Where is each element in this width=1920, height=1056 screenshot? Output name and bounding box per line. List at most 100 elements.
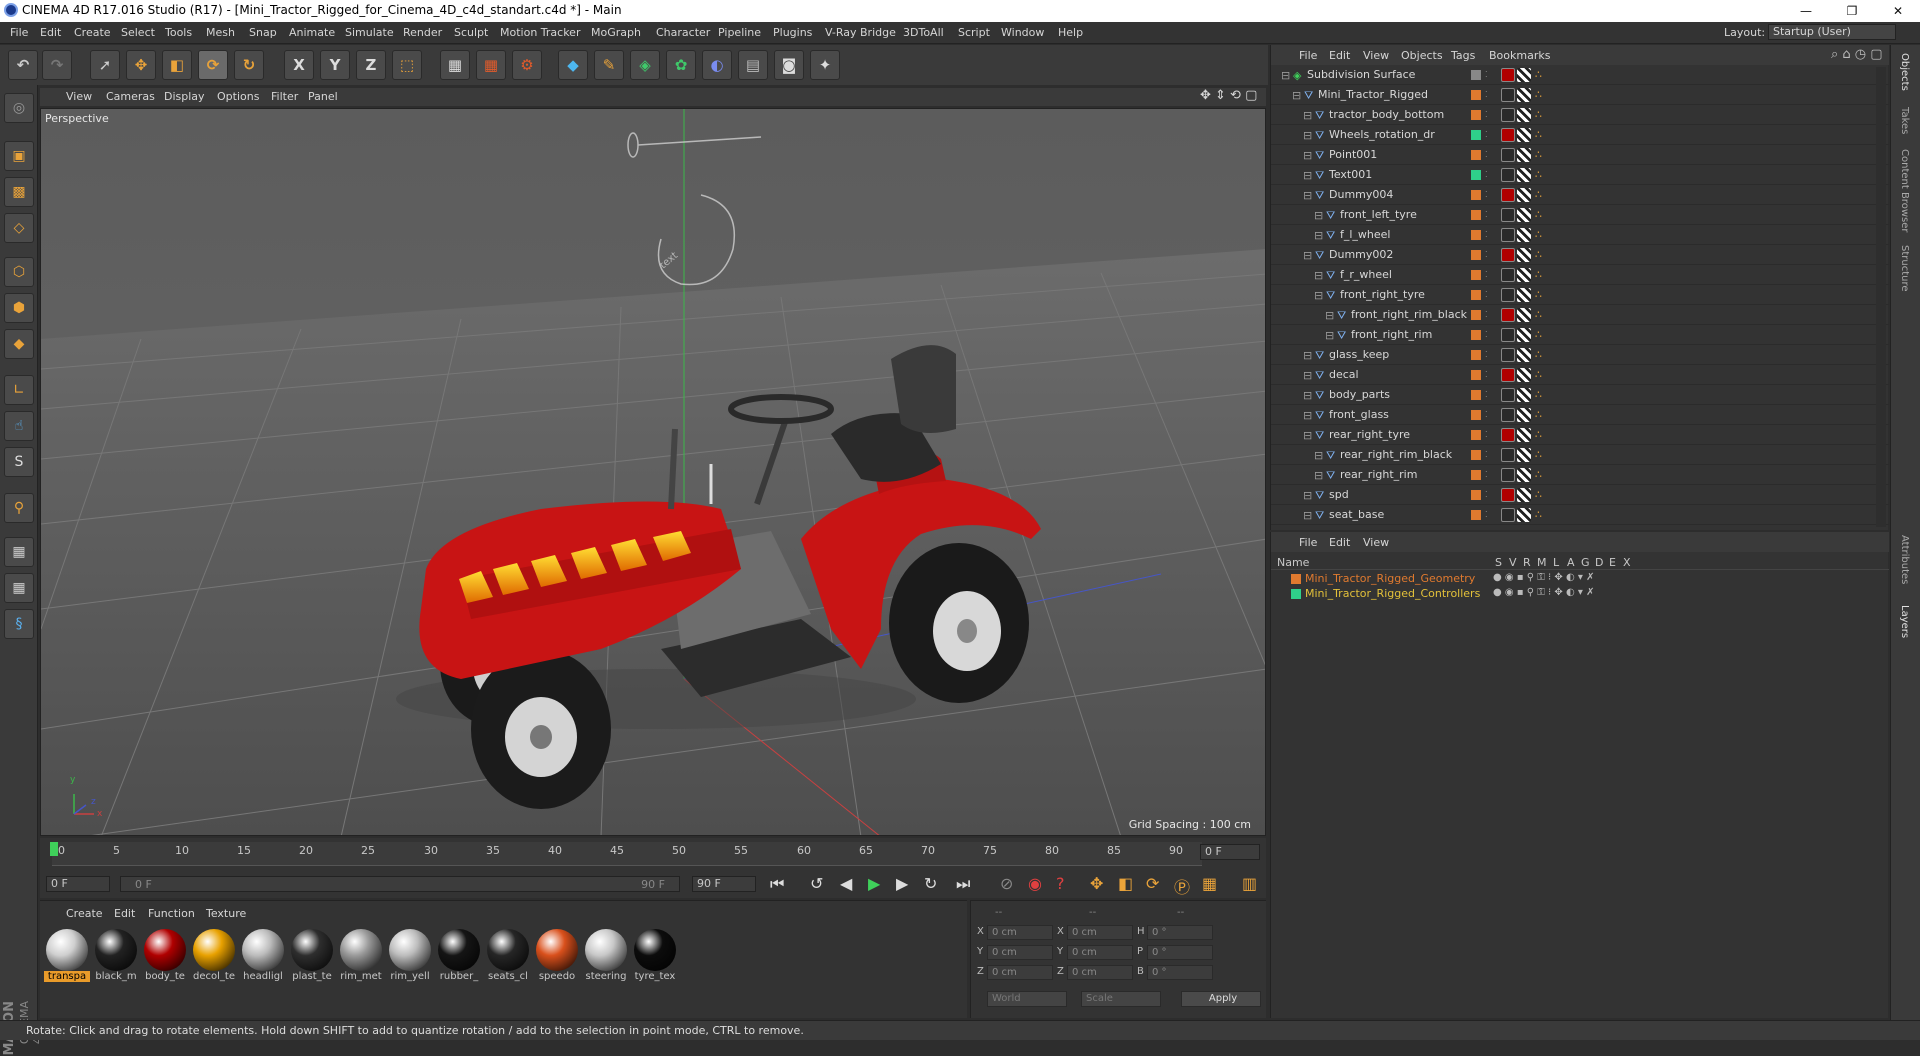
layer-col-s[interactable]: S (1495, 556, 1502, 569)
object-row[interactable]: ⊟ ⛛ Mini_Tractor_Rigged ⁚ ∴ (1271, 85, 1889, 105)
points-mode-icon[interactable]: ⬡ (4, 257, 34, 287)
menu-3dtoall[interactable]: 3DToAll (903, 26, 944, 39)
texture-tag-icon[interactable] (1517, 68, 1531, 82)
scale-tool-icon[interactable]: ◧ (162, 50, 192, 80)
visibility-dots-icon[interactable]: ⁚ (1485, 70, 1495, 80)
selection-tag-icon[interactable]: ∴ (1535, 208, 1549, 222)
selection-tag-icon[interactable]: ∴ (1535, 188, 1549, 202)
layer-color-icon[interactable] (1471, 210, 1481, 220)
visibility-dots-icon[interactable]: ⁚ (1485, 470, 1495, 480)
texture-tag-icon[interactable] (1517, 248, 1531, 262)
object-name[interactable]: front_right_rim (1351, 328, 1432, 341)
menu-vray-bridge[interactable]: V-Ray Bridge (825, 26, 896, 39)
expand-toggle-icon[interactable]: ⊟ (1292, 89, 1302, 102)
expand-toggle-icon[interactable]: ⊟ (1303, 189, 1313, 202)
spline-pen-icon[interactable]: ✎ (594, 50, 624, 80)
texture-tag-icon[interactable] (1517, 308, 1531, 322)
expand-toggle-icon[interactable]: ⊟ (1325, 309, 1335, 322)
mat-menu-texture[interactable]: Texture (206, 907, 246, 920)
menu-pipeline[interactable]: Pipeline (718, 26, 761, 39)
key-pla-icon[interactable]: ▦ (1202, 874, 1217, 893)
current-frame-field[interactable]: 0 F (1200, 844, 1260, 860)
light-bulb-icon[interactable]: ✦ (810, 50, 840, 80)
key-scale-icon[interactable]: ◧ (1118, 874, 1133, 893)
object-name[interactable]: Wheels_rotation_dr (1329, 128, 1435, 141)
material-tag-icon[interactable] (1501, 408, 1515, 422)
material-tag-icon[interactable] (1501, 188, 1515, 202)
visibility-dots-icon[interactable]: ⁚ (1485, 310, 1495, 320)
object-name[interactable]: rear_right_rim_black (1340, 448, 1452, 461)
material-swatch[interactable]: black_m (93, 927, 139, 987)
material-tag-icon[interactable] (1501, 248, 1515, 262)
layer-color-icon[interactable] (1471, 310, 1481, 320)
key-position-icon[interactable]: ✥ (1090, 874, 1103, 893)
menu-plugins[interactable]: Plugins (773, 26, 812, 39)
selection-tag-icon[interactable]: ∴ (1535, 268, 1549, 282)
expand-toggle-icon[interactable]: ⊟ (1314, 229, 1324, 242)
layer-menu-edit[interactable]: Edit (1329, 536, 1350, 549)
texture-tag-icon[interactable] (1517, 448, 1531, 462)
layer-color-swatch[interactable] (1291, 589, 1301, 599)
visibility-dots-icon[interactable]: ⁚ (1485, 410, 1495, 420)
selection-tag-icon[interactable]: ∴ (1535, 328, 1549, 342)
object-name[interactable]: f_l_wheel (1340, 228, 1391, 241)
camera-icon[interactable]: ◙ (774, 50, 804, 80)
material-tag-icon[interactable] (1501, 288, 1515, 302)
visibility-dots-icon[interactable]: ⁚ (1485, 130, 1495, 140)
texture-tag-icon[interactable] (1517, 348, 1531, 362)
object-row[interactable]: ⊟ ⛛ front_right_tyre ⁚ ∴ (1271, 285, 1889, 305)
size-mode-select[interactable]: Scale (1081, 991, 1161, 1007)
expand-toggle-icon[interactable]: ⊟ (1303, 369, 1313, 382)
expand-toggle-icon[interactable]: ⊟ (1303, 249, 1313, 262)
texture-tag-icon[interactable] (1517, 148, 1531, 162)
layer-row[interactable]: Mini_Tractor_Rigged_Geometry ● ◉ ▪ ⚲ ⚿ ⁝ … (1271, 572, 1889, 587)
visibility-dots-icon[interactable]: ⁚ (1485, 190, 1495, 200)
object-row[interactable]: ⊟ ⛛ decal ⁚ ∴ (1271, 365, 1889, 385)
menu-edit[interactable]: Edit (40, 26, 61, 39)
menu-script[interactable]: Script (958, 26, 990, 39)
object-row[interactable]: ⊟ ⛛ rear_right_rim_black ⁚ ∴ (1271, 445, 1889, 465)
object-name[interactable]: Text001 (1329, 168, 1372, 181)
material-swatch[interactable]: seats_cl (485, 927, 531, 987)
texture-tag-icon[interactable] (1517, 168, 1531, 182)
layer-col-l[interactable]: L (1553, 556, 1559, 569)
model-mode-icon[interactable]: ▣ (4, 141, 34, 171)
tab-takes[interactable]: Takes (1899, 107, 1910, 134)
layer-flag-icons[interactable]: ● ◉ ▪ ⚲ ⚿ ⁝ ✥ ◐ ▾ ✗ (1493, 587, 1594, 598)
object-name[interactable]: front_right_tyre (1340, 288, 1425, 301)
menu-render[interactable]: Render (403, 26, 442, 39)
coord-value-field[interactable]: 0 ° (1147, 925, 1213, 940)
layer-name[interactable]: Mini_Tractor_Rigged_Controllers (1305, 587, 1480, 600)
mat-menu-function[interactable]: Function (148, 907, 195, 920)
object-row[interactable]: ⊟ ⛛ Dummy002 ⁚ ∴ (1271, 245, 1889, 265)
workplane-mode-icon[interactable]: ◇ (4, 213, 34, 243)
object-name[interactable]: Mini_Tractor_Rigged (1318, 88, 1428, 101)
material-tag-icon[interactable] (1501, 168, 1515, 182)
texture-mode-icon[interactable]: ▩ (4, 177, 34, 207)
layer-col-m[interactable]: M (1537, 556, 1547, 569)
tab-attributes[interactable]: Attributes (1899, 535, 1910, 584)
visibility-dots-icon[interactable]: ⁚ (1485, 450, 1495, 460)
object-row[interactable]: ⊟ ◈ Subdivision Surface ⁚ ∴ (1271, 65, 1889, 85)
mat-menu-edit[interactable]: Edit (114, 907, 135, 920)
layer-col-x[interactable]: X (1623, 556, 1631, 569)
texture-tag-icon[interactable] (1517, 508, 1531, 522)
edges-mode-icon[interactable]: ⬢ (4, 293, 34, 323)
expand-toggle-icon[interactable]: ⊟ (1303, 409, 1313, 422)
material-tag-icon[interactable] (1501, 308, 1515, 322)
selection-tag-icon[interactable]: ∴ (1535, 248, 1549, 262)
object-row[interactable]: ⊟ ⛛ seat_base ⁚ ∴ (1271, 505, 1889, 525)
menu-help[interactable]: Help (1058, 26, 1083, 39)
material-tag-icon[interactable] (1501, 448, 1515, 462)
material-swatch[interactable]: rim_yell (387, 927, 433, 987)
visibility-dots-icon[interactable]: ⁚ (1485, 270, 1495, 280)
material-swatch[interactable]: plast_te (289, 927, 335, 987)
object-name[interactable]: glass_keep (1329, 348, 1389, 361)
object-name[interactable]: Dummy004 (1329, 188, 1393, 201)
menu-character[interactable]: Character (656, 26, 710, 39)
material-tag-icon[interactable] (1501, 348, 1515, 362)
material-tag-icon[interactable] (1501, 88, 1515, 102)
texture-tag-icon[interactable] (1517, 88, 1531, 102)
menu-window[interactable]: Window (1001, 26, 1044, 39)
start-frame-field[interactable]: 0 F (46, 876, 110, 892)
